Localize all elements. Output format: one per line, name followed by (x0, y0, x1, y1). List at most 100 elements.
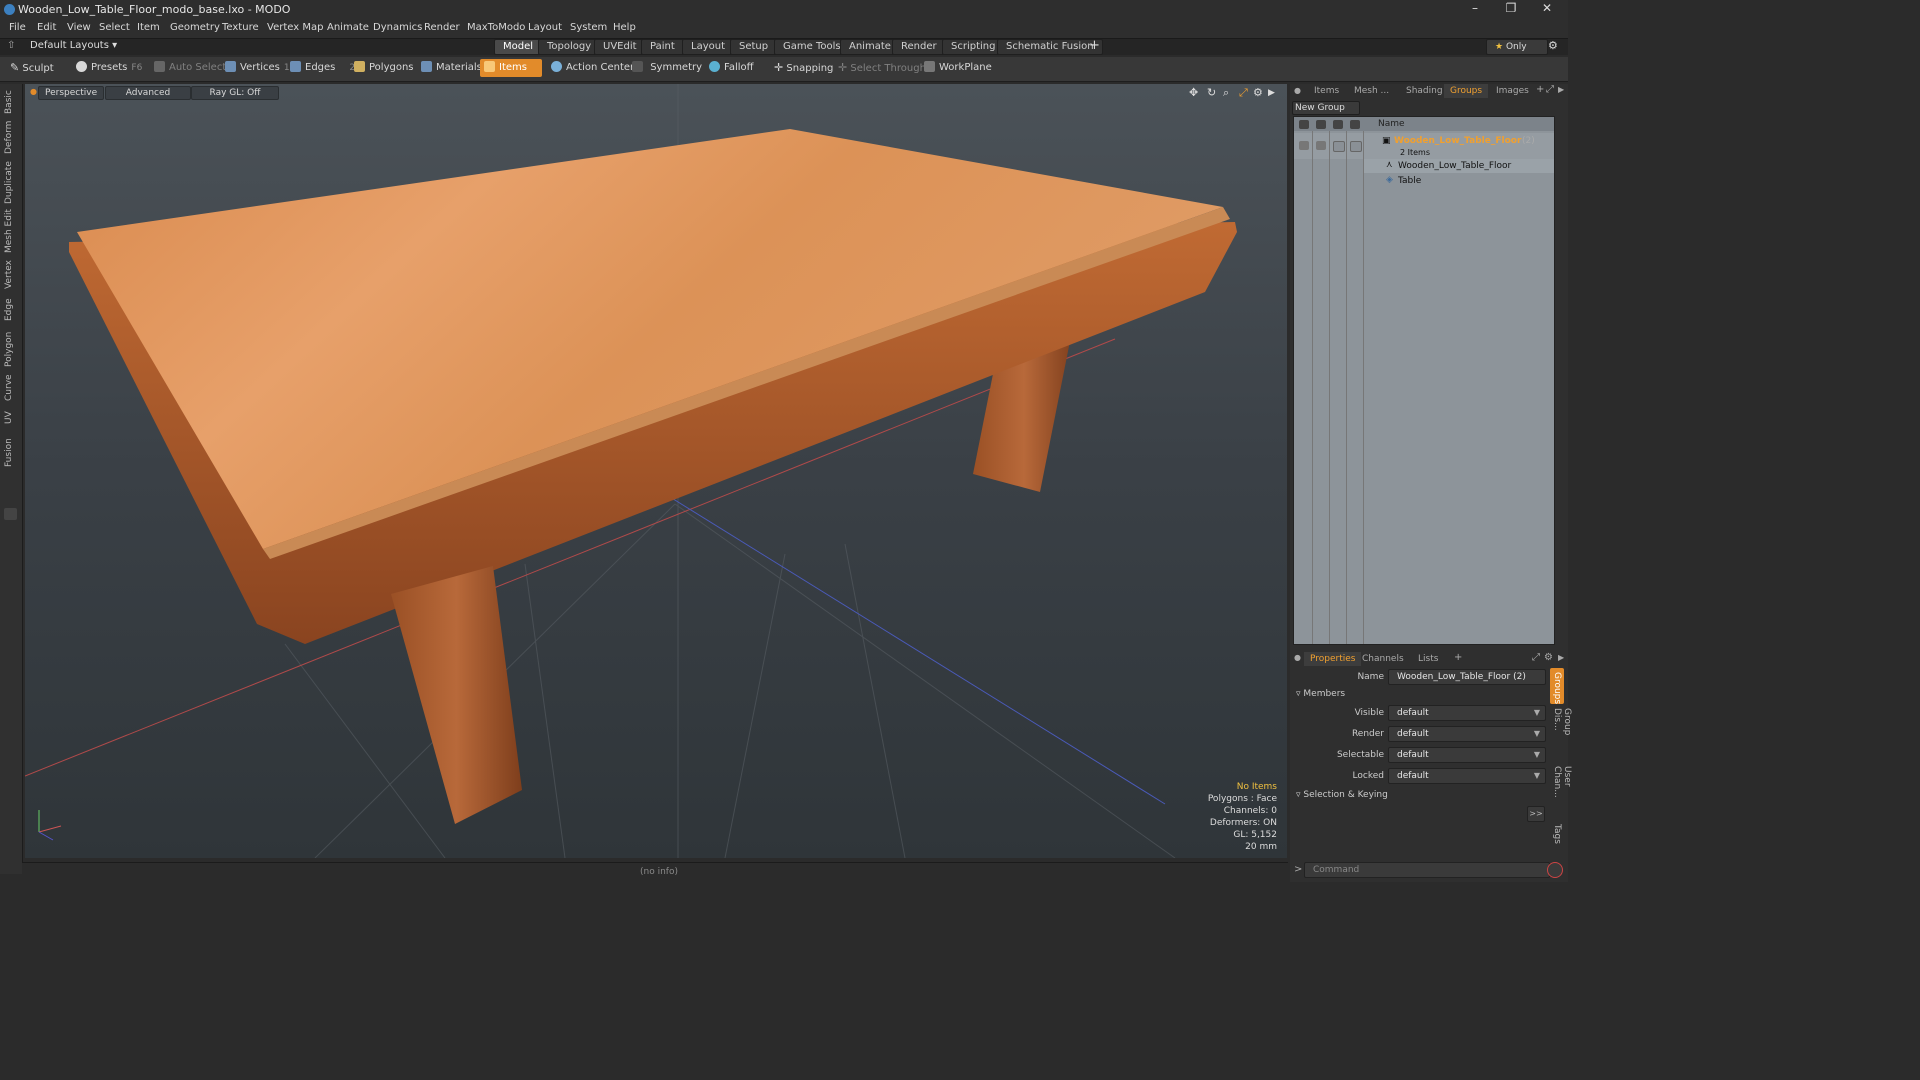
tab-lists[interactable]: Lists (1412, 652, 1444, 666)
tab-topology[interactable]: Topology (538, 39, 601, 55)
menu-help[interactable]: Help (613, 22, 636, 33)
render-column-icon[interactable] (1316, 120, 1326, 129)
vertices-button[interactable]: Vertices 1 (221, 59, 294, 77)
tab-items[interactable]: Items (1308, 84, 1345, 98)
menu-texture[interactable]: Texture (222, 22, 259, 33)
rotate-icon[interactable]: ↻ (1207, 86, 1216, 99)
tab-paint[interactable]: Paint (641, 39, 684, 55)
tab-channels[interactable]: Channels (1356, 652, 1410, 666)
record-icon[interactable] (1547, 862, 1563, 878)
menu-animate[interactable]: Animate (327, 22, 369, 33)
render-dropdown[interactable]: default ▼ (1388, 726, 1546, 742)
add-tab-icon[interactable]: + (1089, 38, 1100, 53)
snapping-button[interactable]: ✛ Snapping (770, 59, 837, 77)
list-item[interactable]: ⋏ Wooden_Low_Table_Floor (1364, 159, 1554, 173)
properties-arrow-icon[interactable]: ▶ (1558, 653, 1564, 662)
tab-setup[interactable]: Setup (730, 39, 778, 55)
expand-properties-icon[interactable]: ⤢ (1532, 652, 1540, 663)
tab-groups[interactable]: Groups (1444, 84, 1489, 98)
sidetab-group-display[interactable]: Group Dis... (1552, 708, 1572, 760)
tab-shading[interactable]: Shading (1400, 84, 1449, 98)
tab-polygon[interactable]: Polygon (4, 331, 18, 367)
workplane-button[interactable]: WorkPlane (920, 59, 996, 77)
command-input[interactable]: Command (1304, 862, 1550, 878)
tab-images[interactable]: Images (1490, 84, 1535, 98)
members-section[interactable]: ▿ Members (1296, 689, 1345, 699)
sidetab-user-channels[interactable]: User Chan... (1552, 766, 1572, 820)
expand-more-button[interactable]: >> (1527, 806, 1545, 822)
raygl-button[interactable]: Ray GL: Off (191, 86, 279, 100)
pan-icon[interactable]: ✥ (1189, 86, 1198, 99)
zoom-icon[interactable]: ⌕ (1223, 86, 1229, 100)
add-panel-tab-icon[interactable]: + (1536, 84, 1544, 95)
tab-scripting[interactable]: Scripting (942, 39, 1005, 55)
name-field[interactable]: Wooden_Low_Table_Floor (2) (1388, 669, 1546, 685)
edges-button[interactable]: Edges 2 (286, 59, 359, 77)
lock-column-icon[interactable] (1333, 120, 1343, 129)
tab-mesh-edit[interactable]: Mesh Edit (4, 209, 18, 253)
auto-select-button[interactable]: Auto Select (150, 59, 230, 77)
tab-game-tools[interactable]: Game Tools (774, 39, 850, 55)
tab-uvedit[interactable]: UVEdit (594, 39, 646, 55)
panel-arrow-icon[interactable]: ▶ (1558, 85, 1564, 94)
tab-animate[interactable]: Animate (840, 39, 900, 55)
sculpt-button[interactable]: ✎ Sculpt (6, 59, 58, 77)
viewport-menu-icon[interactable]: ● (30, 87, 37, 96)
child-mesh-name[interactable]: Wooden_Low_Table_Floor (1398, 161, 1511, 171)
gear-icon[interactable]: ⚙ (1548, 39, 1558, 52)
tab-curve[interactable]: Curve (4, 374, 18, 402)
sidetab-tags[interactable]: Tags (1552, 824, 1562, 844)
tab-layout[interactable]: Layout (682, 39, 734, 55)
tab-vertex[interactable]: Vertex (4, 260, 18, 290)
selectable-dropdown[interactable]: default ▼ (1388, 747, 1546, 763)
expand-panel-icon[interactable]: ⤢ (1546, 84, 1554, 95)
locked-dropdown[interactable]: default ▼ (1388, 768, 1546, 784)
properties-gear-icon[interactable]: ⚙ (1544, 652, 1553, 663)
select-column-icon[interactable] (1350, 120, 1360, 129)
selection-keying-section[interactable]: ▿ Selection & Keying (1296, 790, 1388, 800)
tab-duplicate[interactable]: Duplicate (4, 161, 18, 204)
group-render-icon[interactable] (1316, 141, 1326, 150)
default-layouts-dropdown[interactable]: Default Layouts ▾ (30, 40, 117, 51)
fit-icon[interactable]: ⤢ (1239, 86, 1248, 100)
sidetab-groups[interactable]: Groups (1552, 672, 1562, 704)
menu-item[interactable]: Item (137, 22, 160, 33)
list-item[interactable]: ◈ Table (1364, 174, 1554, 188)
menu-geometry[interactable]: Geometry (170, 22, 220, 33)
menu-file[interactable]: File (9, 22, 26, 33)
tab-uv[interactable]: UV (4, 410, 18, 426)
tab-edge[interactable]: Edge (4, 298, 18, 322)
presets-button[interactable]: Presets F6 (72, 59, 146, 77)
panel-menu-icon[interactable]: ● (1294, 86, 1301, 95)
group-row[interactable]: ▣ Wooden_Low_Table_Floor (2) 2 Items (1294, 133, 1554, 159)
tab-properties[interactable]: Properties (1304, 652, 1362, 666)
close-button[interactable]: ✕ (1532, 1, 1562, 17)
perspective-button[interactable]: Perspective (38, 86, 105, 100)
falloff-button[interactable]: Falloff (705, 59, 758, 77)
select-through-button[interactable]: ✛ Select Through (834, 59, 930, 77)
materials-button[interactable]: Materials (417, 59, 486, 77)
menu-edit[interactable]: Edit (37, 22, 56, 33)
menu-dynamics[interactable]: Dynamics (373, 22, 422, 33)
properties-menu-icon[interactable]: ● (1294, 653, 1301, 662)
group-lock-toggle[interactable] (1333, 141, 1345, 152)
add-properties-tab-icon[interactable]: + (1454, 652, 1462, 663)
tab-basic[interactable]: Basic (4, 88, 18, 116)
viewport-arrow-icon[interactable]: ▶ (1268, 88, 1275, 98)
3d-viewport[interactable]: ● Perspective Advanced Ray GL: Off ✥ ↻ ⌕… (25, 84, 1287, 858)
menu-system[interactable]: System (570, 22, 607, 33)
layout-up-icon[interactable]: ⇧ (7, 40, 15, 51)
tab-deform[interactable]: Deform (4, 120, 18, 154)
visible-dropdown[interactable]: default ▼ (1388, 705, 1546, 721)
tab-render[interactable]: Render (892, 39, 946, 55)
only-toggle[interactable]: ★ Only (1486, 39, 1548, 55)
menu-view[interactable]: View (67, 22, 91, 33)
minimize-button[interactable]: – (1460, 1, 1490, 17)
items-button[interactable]: Items (480, 59, 542, 77)
menu-maxtomodo[interactable]: MaxToModo (467, 22, 525, 33)
groups-list[interactable]: Name ▣ Wooden_Low_Table_Floor (2) 2 Item… (1293, 116, 1555, 645)
shading-button[interactable]: Advanced (105, 86, 191, 100)
symmetry-button[interactable]: Symmetry (628, 59, 706, 77)
menu-select[interactable]: Select (99, 22, 130, 33)
panel-toggle-button[interactable] (4, 508, 17, 520)
